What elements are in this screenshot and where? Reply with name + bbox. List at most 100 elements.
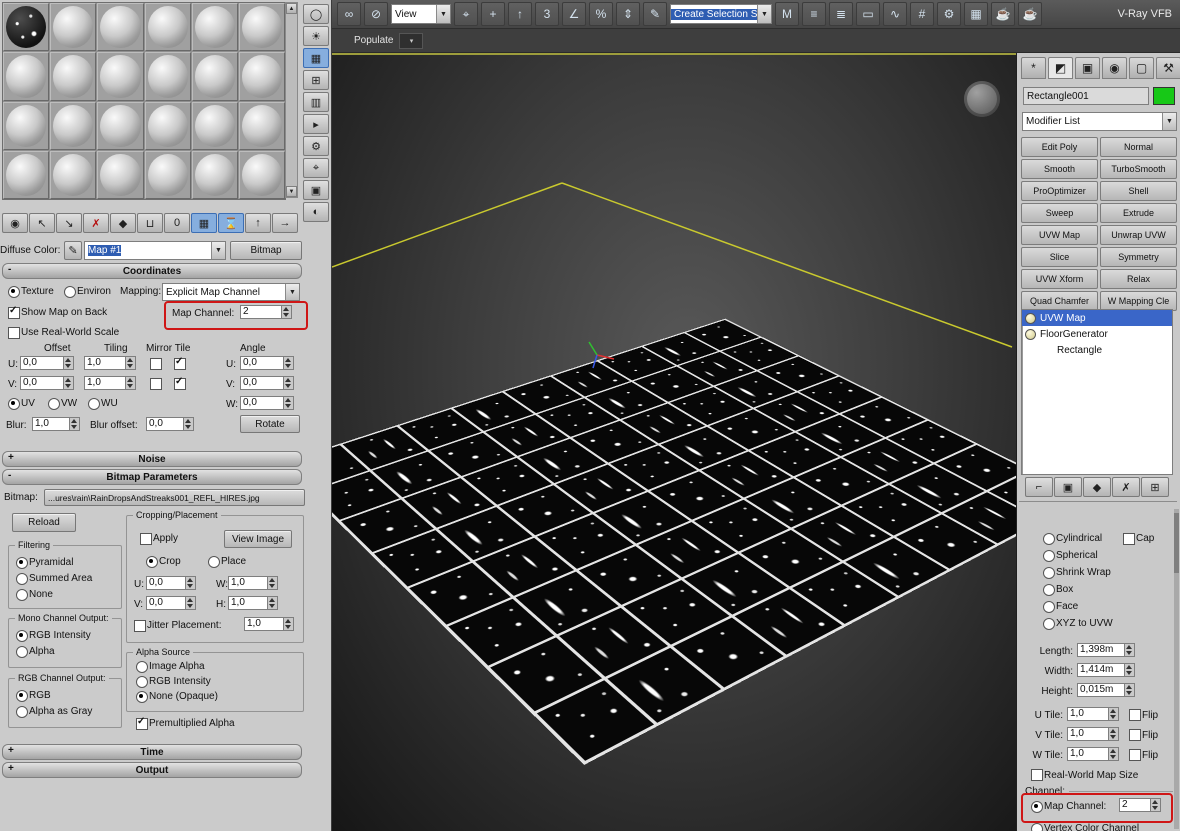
material-sample-slot[interactable] — [239, 151, 285, 199]
place-radio[interactable] — [208, 556, 220, 568]
crop-h-spinner[interactable]: 1,0 — [228, 596, 278, 610]
spinner-arrows-icon[interactable] — [283, 617, 294, 631]
reset-map-icon[interactable]: ✗ — [83, 213, 109, 233]
select-object-icon[interactable]: ⌖ — [454, 2, 478, 26]
material-sample-slot[interactable] — [145, 102, 191, 150]
crop-radio[interactable] — [146, 556, 158, 568]
modifier-set-button[interactable]: Edit Poly — [1021, 137, 1098, 157]
alpha-as-gray-radio[interactable] — [16, 706, 28, 718]
uv-radio[interactable] — [8, 398, 20, 410]
spinner-arrows-icon[interactable] — [283, 376, 294, 390]
viewport[interactable] — [332, 53, 1016, 831]
mirror-u-checkbox[interactable] — [150, 358, 162, 370]
material-sample-slot[interactable] — [239, 3, 285, 51]
box-radio[interactable] — [1043, 584, 1055, 596]
spinner-arrows-icon[interactable] — [183, 417, 194, 431]
tile-u-checkbox[interactable] — [174, 358, 186, 370]
render-iterative-icon[interactable]: ☕ — [1018, 2, 1042, 26]
spinner-arrows-icon[interactable] — [283, 396, 294, 410]
tab-create[interactable]: * — [1021, 57, 1046, 79]
material-sample-slot[interactable] — [97, 102, 143, 150]
spinner-arrows-icon[interactable] — [267, 576, 278, 590]
select-by-material-icon[interactable]: ⌖ — [303, 158, 329, 178]
select-and-link-icon[interactable]: ∞ — [337, 2, 361, 26]
video-color-check-icon[interactable]: ▥ — [303, 92, 329, 112]
modifier-set-button[interactable]: Sweep — [1021, 203, 1098, 223]
modifier-list-combo[interactable]: Modifier List ▼ — [1022, 112, 1177, 131]
spherical-radio[interactable] — [1043, 550, 1055, 562]
spinner-arrows-icon[interactable] — [1108, 727, 1119, 741]
panel-map-channel-radio[interactable] — [1031, 801, 1043, 813]
rgb-radio[interactable] — [16, 690, 28, 702]
cap-checkbox[interactable] — [1123, 533, 1135, 545]
configure-modifier-sets-icon[interactable]: ⊞ — [1141, 477, 1169, 497]
put-to-scene-icon[interactable]: ↖ — [29, 213, 55, 233]
crop-u-spinner[interactable]: 0,0 — [146, 576, 196, 590]
map-name-combo[interactable]: Map #1 ▼ — [84, 241, 226, 260]
bitmap-path-button[interactable]: ...ures\rain\RainDropsAndStreaks001_REFL… — [44, 489, 305, 506]
rgb-intensity-radio[interactable] — [16, 630, 28, 642]
coordinates-rollout[interactable]: - Coordinates — [2, 263, 302, 279]
material-sample-slot[interactable] — [192, 3, 238, 51]
premultiplied-alpha-checkbox[interactable] — [136, 718, 148, 730]
texture-radio[interactable] — [8, 286, 20, 298]
material-sample-slot[interactable] — [97, 151, 143, 199]
render-setup-icon[interactable]: ⚙ — [937, 2, 961, 26]
bitmap-parameters-rollout[interactable]: - Bitmap Parameters — [2, 469, 302, 485]
v-tile-spinner[interactable]: 1,0 — [1067, 727, 1119, 741]
length-spinner[interactable]: 1,398m — [1077, 643, 1135, 657]
mirror-v-checkbox[interactable] — [150, 378, 162, 390]
spinner-arrows-icon[interactable] — [185, 576, 196, 590]
material-map-navigator-icon[interactable]: ▣ — [303, 180, 329, 200]
eyedropper-icon[interactable]: ✎ — [64, 241, 82, 260]
select-and-move-icon[interactable]: + — [481, 2, 505, 26]
object-name-field[interactable]: Rectangle001 — [1023, 87, 1149, 105]
modifier-set-button[interactable]: Quad Chamfer — [1021, 291, 1098, 311]
modifier-set-button[interactable]: UVW Xform — [1021, 269, 1098, 289]
snap-toggle-3d-icon[interactable]: 3 — [535, 2, 559, 26]
w-tile-spinner[interactable]: 1,0 — [1067, 747, 1119, 761]
tab-utilities[interactable]: ⚒ — [1156, 57, 1180, 79]
environ-radio[interactable] — [64, 286, 76, 298]
vw-radio[interactable] — [48, 398, 60, 410]
spinner-arrows-icon[interactable] — [1108, 747, 1119, 761]
spinner-arrows-icon[interactable] — [267, 596, 278, 610]
modifier-stack-row[interactable]: Rectangle — [1022, 342, 1172, 358]
sample-uv-tiling-icon[interactable]: ⊞ — [303, 70, 329, 90]
real-world-map-size-checkbox[interactable] — [1031, 769, 1043, 781]
filtering-none-radio[interactable] — [16, 589, 28, 601]
image-alpha-radio[interactable] — [136, 661, 148, 673]
tab-motion[interactable]: ◉ — [1102, 57, 1127, 79]
shrink-wrap-radio[interactable] — [1043, 567, 1055, 579]
material-sample-slot[interactable] — [192, 151, 238, 199]
reference-coordinate-combo[interactable]: View ▼ — [391, 4, 451, 24]
tab-hierarchy[interactable]: ▣ — [1075, 57, 1100, 79]
spinner-arrows-icon[interactable] — [1124, 683, 1135, 697]
make-preview-icon[interactable]: ▸ — [303, 114, 329, 134]
layer-manager-icon[interactable]: ≣ — [829, 2, 853, 26]
scrollbar-thumb[interactable] — [1174, 513, 1179, 573]
mapping-combo[interactable]: Explicit Map Channel ▼ — [162, 283, 300, 301]
modifier-set-button[interactable]: TurboSmooth — [1100, 159, 1177, 179]
modifier-set-button[interactable]: Unwrap UVW — [1100, 225, 1177, 245]
spinner-arrows-icon[interactable] — [63, 356, 74, 370]
reload-button[interactable]: Reload — [12, 513, 76, 532]
spinner-arrows-icon[interactable] — [63, 376, 74, 390]
background-icon[interactable]: ▦ — [303, 48, 329, 68]
face-radio[interactable] — [1043, 601, 1055, 613]
material-sample-slot[interactable] — [145, 3, 191, 51]
panel-map-channel-spinner[interactable]: 2 — [1119, 798, 1161, 812]
modifier-set-button[interactable]: Relax — [1100, 269, 1177, 289]
time-rollout[interactable]: + Time — [2, 744, 302, 760]
material-sample-slot[interactable] — [192, 52, 238, 100]
none-opaque-radio[interactable] — [136, 691, 148, 703]
modifier-set-button[interactable]: Normal — [1100, 137, 1177, 157]
alpha-radio[interactable] — [16, 646, 28, 658]
blur-offset-spinner[interactable]: 0,0 — [146, 417, 194, 431]
put-to-library-icon[interactable]: ⊔ — [137, 213, 163, 233]
cylindrical-radio[interactable] — [1043, 533, 1055, 545]
material-sample-slot[interactable] — [3, 102, 49, 150]
material-sample-slot[interactable] — [50, 102, 96, 150]
xyz-to-uvw-radio[interactable] — [1043, 618, 1055, 630]
go-forward-sibling-icon[interactable]: → — [272, 213, 298, 233]
